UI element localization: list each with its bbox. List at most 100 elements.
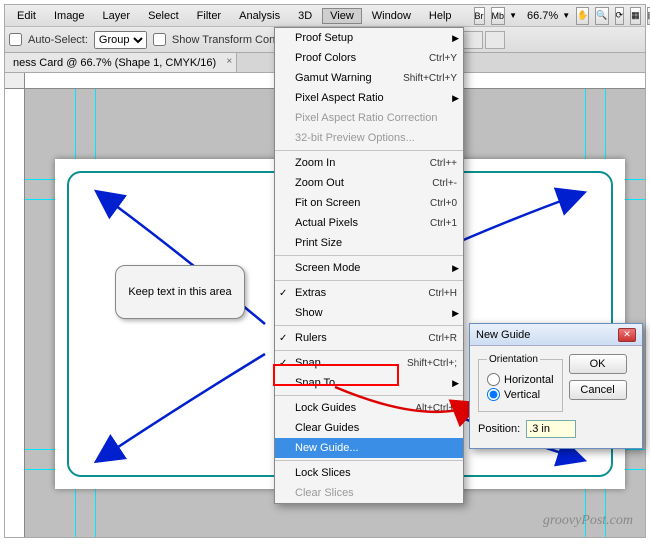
- view-menu-item[interactable]: Proof Setup▶: [275, 28, 463, 48]
- check-icon: ✓: [279, 358, 287, 369]
- menu-item-label: Rulers: [281, 332, 428, 344]
- view-menu-item[interactable]: Show▶: [275, 303, 463, 323]
- view-menu-item[interactable]: Lock GuidesAlt+Ctrl+;: [275, 398, 463, 418]
- hand-tool-icon[interactable]: ✋: [576, 7, 589, 25]
- view-menu-item[interactable]: Print Size: [275, 233, 463, 253]
- menu-item-label: Zoom Out: [281, 177, 432, 189]
- menu-item-label: Snap: [281, 357, 407, 369]
- menu-analysis[interactable]: Analysis: [231, 8, 288, 24]
- menu-item-shortcut: Ctrl+1: [430, 218, 457, 229]
- ok-button[interactable]: OK: [569, 354, 627, 374]
- check-icon: ✓: [279, 333, 287, 344]
- document-tab-label: ness Card @ 66.7% (Shape 1, CMYK/16): [13, 57, 216, 69]
- new-guide-dialog: New Guide ✕ Orientation Horizontal Verti…: [469, 323, 643, 449]
- view-menu-item[interactable]: New Guide...: [275, 438, 463, 458]
- view-menu-item[interactable]: ✓SnapShift+Ctrl+;: [275, 353, 463, 373]
- view-menu-item[interactable]: Gamut WarningShift+Ctrl+Y: [275, 68, 463, 88]
- show-transform-checkbox[interactable]: [153, 33, 166, 46]
- menu-bar: Edit Image Layer Select Filter Analysis …: [5, 5, 645, 27]
- dialog-titlebar[interactable]: New Guide ✕: [470, 324, 642, 346]
- orientation-group: Orientation Horizontal Vertical: [478, 354, 563, 412]
- ruler-vertical[interactable]: [5, 89, 25, 537]
- view-menu-item[interactable]: Zoom InCtrl++: [275, 153, 463, 173]
- menu-layer[interactable]: Layer: [95, 8, 139, 24]
- menu-item-shortcut: Shift+Ctrl+Y: [403, 73, 457, 84]
- view-menu-item[interactable]: Lock Slices: [275, 463, 463, 483]
- menu-item-label: New Guide...: [281, 442, 457, 454]
- mini-bridge-button[interactable]: Mb: [491, 7, 506, 25]
- view-menu-item[interactable]: Snap To▶: [275, 373, 463, 393]
- submenu-arrow-icon: ▶: [452, 263, 459, 274]
- menu-item-shortcut: Ctrl+H: [428, 288, 457, 299]
- view-menu-item[interactable]: Zoom OutCtrl+-: [275, 173, 463, 193]
- position-input[interactable]: [526, 420, 576, 438]
- view-menu-item[interactable]: Proof ColorsCtrl+Y: [275, 48, 463, 68]
- menu-filter[interactable]: Filter: [189, 8, 229, 24]
- orientation-vertical-label: Vertical: [504, 389, 540, 401]
- menu-item-label: Pixel Aspect Ratio Correction: [281, 112, 457, 124]
- view-menu-item[interactable]: ✓ExtrasCtrl+H: [275, 283, 463, 303]
- menu-item-label: 32-bit Preview Options...: [281, 132, 457, 144]
- menu-window[interactable]: Window: [364, 8, 419, 24]
- align-icon[interactable]: [485, 31, 505, 49]
- auto-select-type[interactable]: Group: [94, 31, 147, 49]
- zoom-display[interactable]: 66.7%: [527, 10, 558, 22]
- menu-item-label: Snap To: [281, 377, 457, 389]
- view-menu-item[interactable]: Actual PixelsCtrl+1: [275, 213, 463, 233]
- bridge-button[interactable]: Br: [474, 7, 485, 25]
- window-frame: Edit Image Layer Select Filter Analysis …: [4, 4, 646, 538]
- auto-select-checkbox[interactable]: [9, 33, 22, 46]
- menu-edit[interactable]: Edit: [9, 8, 44, 24]
- arrange-docs-icon[interactable]: ▦: [630, 7, 641, 25]
- menu-item-shortcut: Shift+Ctrl+;: [407, 358, 457, 369]
- view-menu-item[interactable]: Screen Mode▶: [275, 258, 463, 278]
- callout-text: Keep text in this area: [128, 284, 231, 300]
- document-tab[interactable]: ness Card @ 66.7% (Shape 1, CMYK/16) ×: [5, 53, 237, 72]
- view-menu-item[interactable]: ✓RulersCtrl+R: [275, 328, 463, 348]
- menu-item-shortcut: Ctrl+R: [428, 333, 457, 344]
- menu-image[interactable]: Image: [46, 8, 93, 24]
- align-icon[interactable]: [463, 31, 483, 49]
- view-menu-item[interactable]: Fit on ScreenCtrl+0: [275, 193, 463, 213]
- rotate-view-icon[interactable]: ⟳: [615, 7, 625, 25]
- position-label: Position:: [478, 423, 520, 435]
- zoom-tool-icon[interactable]: 🔍: [595, 7, 608, 25]
- menu-help[interactable]: Help: [421, 8, 460, 24]
- orientation-horizontal-radio[interactable]: [487, 373, 500, 386]
- orientation-legend: Orientation: [487, 354, 540, 365]
- menu-item-label: Fit on Screen: [281, 197, 430, 209]
- menu-select[interactable]: Select: [140, 8, 187, 24]
- screen-mode-icon[interactable]: ▣: [647, 7, 650, 25]
- menu-item-label: Screen Mode: [281, 262, 457, 274]
- view-menu-item: Pixel Aspect Ratio Correction: [275, 108, 463, 128]
- menu-item-shortcut: Alt+Ctrl+;: [415, 403, 457, 414]
- menu-3d[interactable]: 3D: [290, 8, 320, 24]
- menu-item-label: Lock Guides: [281, 402, 415, 414]
- orientation-vertical-radio[interactable]: [487, 388, 500, 401]
- cancel-button[interactable]: Cancel: [569, 380, 627, 400]
- menu-item-label: Zoom In: [281, 157, 430, 169]
- menu-item-shortcut: Ctrl++: [430, 158, 457, 169]
- submenu-arrow-icon: ▶: [452, 93, 459, 104]
- view-menu-item[interactable]: Clear Guides: [275, 418, 463, 438]
- close-tab-icon[interactable]: ×: [226, 56, 232, 67]
- menu-item-label: Lock Slices: [281, 467, 457, 479]
- menu-item-label: Proof Colors: [281, 52, 429, 64]
- annotation-callout: Keep text in this area: [115, 265, 245, 319]
- view-menu-item[interactable]: Pixel Aspect Ratio▶: [275, 88, 463, 108]
- chevron-down-icon: ▼: [509, 11, 517, 20]
- check-icon: ✓: [279, 288, 287, 299]
- view-menu-dropdown: Proof Setup▶Proof ColorsCtrl+YGamut Warn…: [274, 27, 464, 504]
- menu-item-label: Gamut Warning: [281, 72, 403, 84]
- menu-item-label: Show: [281, 307, 457, 319]
- auto-select-label: Auto-Select:: [28, 34, 88, 46]
- menu-item-shortcut: Ctrl+-: [432, 178, 457, 189]
- ruler-origin[interactable]: [5, 73, 25, 89]
- menu-item-shortcut: Ctrl+0: [430, 198, 457, 209]
- close-icon[interactable]: ✕: [618, 328, 636, 342]
- view-menu-item: 32-bit Preview Options...: [275, 128, 463, 148]
- orientation-horizontal-label: Horizontal: [504, 374, 554, 386]
- view-menu-item: Clear Slices: [275, 483, 463, 503]
- menu-view[interactable]: View: [322, 8, 362, 24]
- dialog-title: New Guide: [476, 329, 618, 341]
